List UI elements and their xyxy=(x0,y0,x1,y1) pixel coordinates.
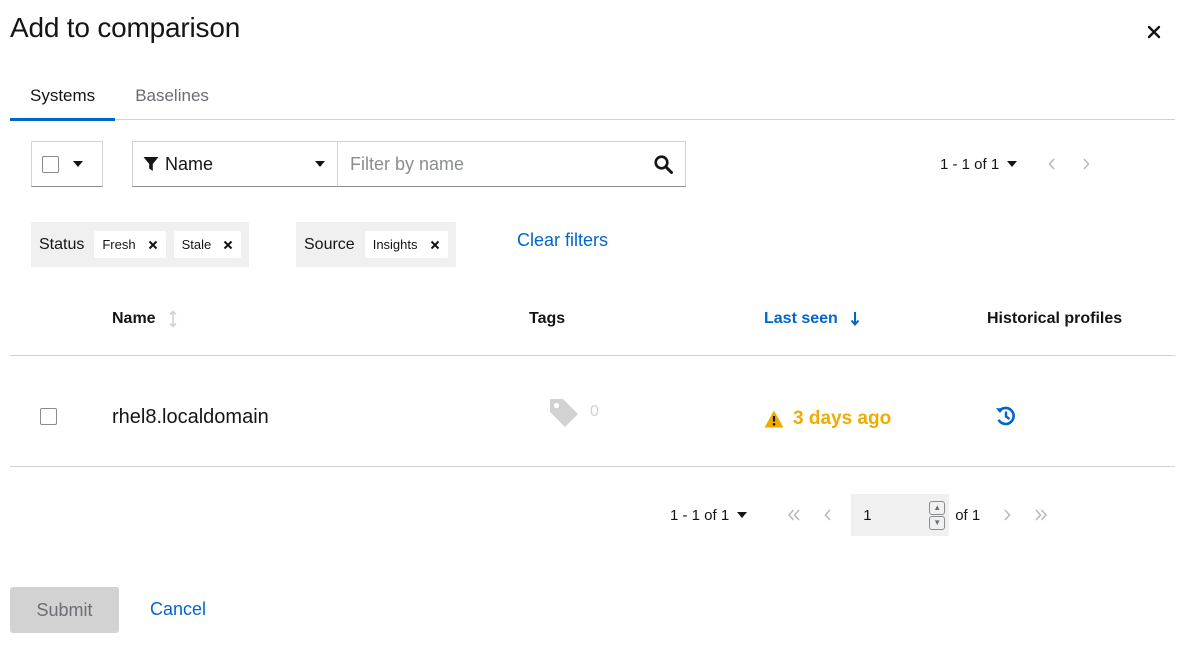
filter-by-name-input[interactable] xyxy=(338,142,641,186)
pagination-range-label: 1 - 1 of 1 xyxy=(670,506,730,524)
caret-down-icon xyxy=(737,512,748,518)
close-icon xyxy=(224,240,233,249)
column-header-label: Last seen xyxy=(764,310,838,327)
table-divider xyxy=(10,355,1175,356)
filter-type-label: Name xyxy=(165,153,214,174)
filter-icon xyxy=(143,157,159,171)
cancel-button[interactable]: Cancel xyxy=(150,599,206,620)
tag-icon xyxy=(550,399,578,427)
chevron-right-icon xyxy=(1004,509,1011,521)
column-header-name[interactable]: Name xyxy=(112,310,178,328)
chip-group-status: Status Fresh Stale xyxy=(31,222,250,267)
page-number-field: ▲ ▼ xyxy=(851,494,950,536)
tab-bar: Systems Baselines xyxy=(10,76,1175,121)
previous-page-button[interactable] xyxy=(1035,150,1069,178)
chevron-left-icon xyxy=(824,509,831,521)
last-page-button[interactable] xyxy=(1024,501,1058,529)
page-number-input[interactable] xyxy=(863,506,904,524)
pagination-top: 1 - 1 of 1 xyxy=(940,150,1103,178)
chip-stale: Stale xyxy=(173,231,242,258)
historical-profiles-button[interactable] xyxy=(994,404,1018,428)
tab-baselines[interactable]: Baselines xyxy=(115,76,229,120)
tab-systems[interactable]: Systems xyxy=(10,76,116,121)
clear-filters-button[interactable]: Clear filters xyxy=(517,230,608,251)
table-divider xyxy=(10,466,1175,467)
last-seen-status: 3 days ago xyxy=(764,408,891,430)
page-stepper[interactable]: ▲ ▼ xyxy=(929,500,946,530)
remove-chip-button[interactable] xyxy=(146,238,160,252)
double-chevron-right-icon xyxy=(1035,509,1048,521)
close-button[interactable] xyxy=(1140,18,1168,46)
next-page-button[interactable] xyxy=(1069,150,1103,178)
stepper-up-icon[interactable]: ▲ xyxy=(929,500,946,515)
select-all-checkbox[interactable] xyxy=(42,155,59,173)
caret-down-icon[interactable] xyxy=(73,161,83,167)
chip-insights: Insights xyxy=(364,231,448,258)
search-icon xyxy=(653,154,673,174)
row-select-checkbox[interactable] xyxy=(40,408,57,425)
next-page-button[interactable] xyxy=(990,501,1024,529)
filter-search-box xyxy=(337,141,686,187)
column-header-tags: Tags xyxy=(529,310,566,327)
chip-group-source: Source Insights xyxy=(296,222,456,267)
modal-title: Add to comparison xyxy=(10,12,241,43)
bulk-select-dropdown[interactable] xyxy=(31,141,103,187)
chip-group-label: Status xyxy=(39,235,85,253)
chip-label: Insights xyxy=(372,237,418,252)
chevron-right-icon xyxy=(1083,158,1090,170)
previous-page-button[interactable] xyxy=(811,501,845,529)
system-name: rhel8.localdomain xyxy=(112,406,269,428)
chip-label: Stale xyxy=(181,237,212,252)
chip-fresh: Fresh xyxy=(94,231,166,258)
chip-label: Fresh xyxy=(102,237,136,252)
pagination-bottom: 1 - 1 of 1 ▲ ▼ of 1 xyxy=(670,494,1058,536)
pagination-range-toggle[interactable]: 1 - 1 of 1 xyxy=(670,506,748,524)
tags-count: 0 xyxy=(590,403,599,420)
caret-down-icon xyxy=(315,161,325,167)
search-button[interactable] xyxy=(641,142,685,186)
arrow-down-icon xyxy=(850,312,860,327)
tags-button[interactable]: 0 xyxy=(548,396,599,428)
page-count-label: of 1 xyxy=(955,506,981,524)
close-icon xyxy=(148,240,157,249)
column-header-historical-profiles: Historical profiles xyxy=(987,310,1123,327)
close-icon xyxy=(1147,25,1161,39)
table-row xyxy=(40,408,57,430)
submit-button[interactable]: Submit xyxy=(10,587,119,633)
last-seen-text: 3 days ago xyxy=(793,408,892,429)
sort-icon xyxy=(169,310,177,328)
chip-group-label: Source xyxy=(304,235,355,253)
caret-down-icon xyxy=(1007,161,1018,167)
stepper-down-icon[interactable]: ▼ xyxy=(929,515,946,530)
column-header-label: Name xyxy=(112,310,156,327)
warning-icon xyxy=(764,410,784,428)
close-icon xyxy=(430,240,439,249)
first-page-button[interactable] xyxy=(777,501,811,529)
history-icon xyxy=(996,406,1015,426)
chevron-left-icon xyxy=(1048,158,1055,170)
column-header-last-seen[interactable]: Last seen xyxy=(764,310,860,328)
double-chevron-left-icon xyxy=(788,509,800,521)
pagination-range-label: 1 - 1 of 1 xyxy=(940,155,1000,173)
filter-type-dropdown[interactable]: Name xyxy=(132,141,338,187)
pagination-range-toggle[interactable]: 1 - 1 of 1 xyxy=(940,155,1018,173)
remove-chip-button[interactable] xyxy=(221,238,235,252)
remove-chip-button[interactable] xyxy=(428,238,442,252)
